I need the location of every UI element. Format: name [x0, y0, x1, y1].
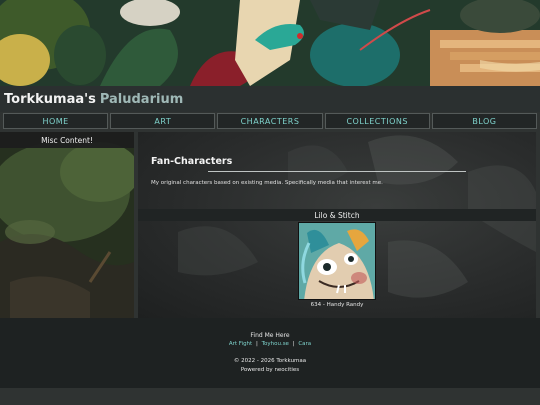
site-title: Torkkumaa's [4, 91, 96, 107]
sidebar-heading[interactable]: Misc Content! [0, 132, 134, 148]
page-bottom-strip [0, 388, 540, 405]
link-separator: | [255, 341, 258, 347]
link-separator: | [292, 341, 295, 347]
footer: Find Me Here Art Fight | Toyhou.se | Car… [0, 318, 540, 388]
site-subtitle: Paludarium [99, 91, 184, 107]
character-card-thumbnail[interactable] [298, 222, 376, 300]
section-divider [208, 171, 466, 172]
group-heading: Lilo & Stitch [138, 209, 536, 221]
powered-by-text: Powered by neocities [240, 367, 300, 373]
content-area: Misc Content! Fan-Characters My original… [0, 132, 540, 318]
section-description: My original characters based on existing… [151, 180, 383, 186]
footer-heading: Find Me Here [250, 332, 290, 339]
nav-art[interactable]: ART [110, 113, 216, 129]
banner-artwork [0, 0, 540, 86]
section-title: Fan-Characters [151, 156, 233, 167]
footer-links: Art Fight | Toyhou.se | Cara [0, 341, 540, 347]
main-panel: Fan-Characters My original characters ba… [138, 132, 536, 318]
main-nav: HOME ART CHARACTERS COLLECTIONS BLOG [3, 113, 538, 129]
character-portrait [299, 223, 375, 299]
copyright-text: © 2022 - 2026 Torkkumaa [233, 358, 307, 364]
sidebar: Misc Content! [0, 132, 134, 318]
nav-blog[interactable]: BLOG [431, 113, 538, 129]
nav-home[interactable]: HOME [3, 113, 109, 129]
header-banner [0, 0, 540, 86]
link-art-fight[interactable]: Art Fight [229, 341, 252, 347]
character-caption[interactable]: 634 - Handy Randy [278, 302, 396, 308]
nav-characters[interactable]: CHARACTERS [217, 113, 323, 129]
link-toyhouse[interactable]: Toyhou.se [262, 341, 289, 347]
nav-collections[interactable]: COLLECTIONS [324, 113, 430, 129]
site-title-bar: Torkkumaa's Paludarium [0, 86, 540, 112]
link-cara[interactable]: Cara [298, 341, 311, 347]
sidebar-forest-image [0, 132, 134, 318]
